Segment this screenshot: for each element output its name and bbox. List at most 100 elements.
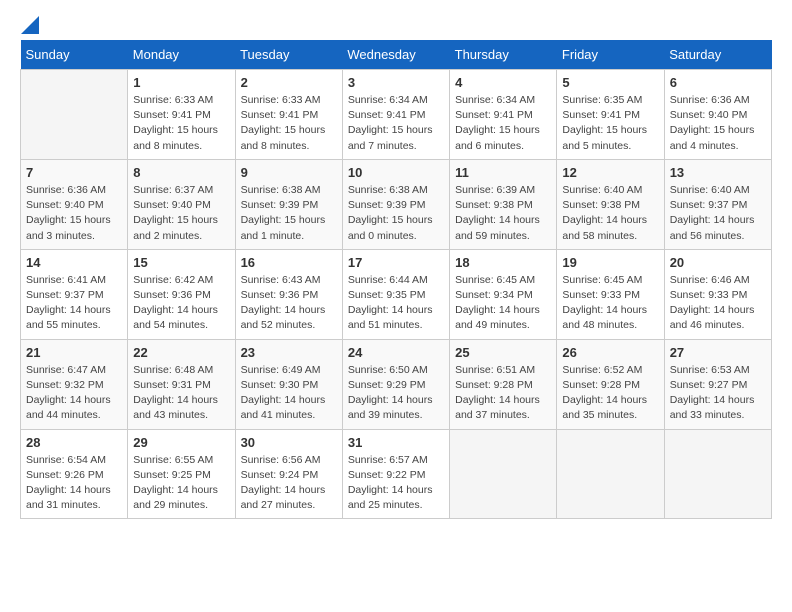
calendar-cell: 15 Sunrise: 6:42 AMSunset: 9:36 PMDayligh… (128, 249, 235, 339)
calendar-cell: 29Sunrise: 6:55 AMSunset: 9:25 PMDayligh… (128, 429, 235, 519)
day-number: 24 (348, 345, 444, 360)
calendar-cell: 9Sunrise: 6:38 AMSunset: 9:39 PMDaylight… (235, 159, 342, 249)
day-number: 13 (670, 165, 766, 180)
calendar-cell: 25 Sunrise: 6:51 AMSunset: 9:28 PMDayligh… (450, 339, 557, 429)
calendar-cell: 27 Sunrise: 6:53 AMSunset: 9:27 PMDayligh… (664, 339, 771, 429)
day-info: Sunrise: 6:41 AMSunset: 9:37 PMDaylight:… (26, 273, 122, 334)
day-info: Sunrise: 6:33 AMSunset: 9:41 PMDaylight:… (241, 93, 337, 154)
day-number: 30 (241, 435, 337, 450)
day-info: Sunrise: 6:42 AMSunset: 9:36 PMDaylight:… (133, 273, 229, 334)
day-number: 14 (26, 255, 122, 270)
day-info: Sunrise: 6:46 AMSunset: 9:33 PMDaylight:… (670, 273, 766, 334)
page-header (20, 20, 772, 30)
calendar-cell (450, 429, 557, 519)
calendar-cell: 6 Sunrise: 6:36 AMSunset: 9:40 PMDaylight… (664, 70, 771, 160)
logo (20, 20, 39, 30)
calendar-cell: 21 Sunrise: 6:47 AMSunset: 9:32 PMDayligh… (21, 339, 128, 429)
day-number: 7 (26, 165, 122, 180)
day-info: Sunrise: 6:36 AMSunset: 9:40 PMDaylight:… (26, 183, 122, 244)
day-info: Sunrise: 6:34 AMSunset: 9:41 PMDaylight:… (348, 93, 444, 154)
calendar-cell: 14 Sunrise: 6:41 AMSunset: 9:37 PMDayligh… (21, 249, 128, 339)
calendar-cell: 22 Sunrise: 6:48 AMSunset: 9:31 PMDayligh… (128, 339, 235, 429)
calendar-table: SundayMondayTuesdayWednesdayThursdayFrid… (20, 40, 772, 519)
calendar-cell: 2 Sunrise: 6:33 AMSunset: 9:41 PMDaylight… (235, 70, 342, 160)
calendar-cell: 4Sunrise: 6:34 AMSunset: 9:41 PMDaylight… (450, 70, 557, 160)
weekday-header: Saturday (664, 40, 771, 70)
calendar-cell (557, 429, 664, 519)
day-number: 21 (26, 345, 122, 360)
day-info: Sunrise: 6:45 AMSunset: 9:33 PMDaylight:… (562, 273, 658, 334)
calendar-cell: 31 Sunrise: 6:57 AMSunset: 9:22 PMDayligh… (342, 429, 449, 519)
day-info: Sunrise: 6:33 AMSunset: 9:41 PMDaylight:… (133, 93, 229, 154)
day-info: Sunrise: 6:54 AMSunset: 9:26 PMDaylight:… (26, 453, 122, 514)
day-number: 25 (455, 345, 551, 360)
day-info: Sunrise: 6:52 AMSunset: 9:28 PMDaylight:… (562, 363, 658, 424)
logo-icon (21, 16, 39, 34)
day-info: Sunrise: 6:40 AMSunset: 9:37 PMDaylight:… (670, 183, 766, 244)
calendar-cell: 28 Sunrise: 6:54 AMSunset: 9:26 PMDayligh… (21, 429, 128, 519)
calendar-cell: 19 Sunrise: 6:45 AMSunset: 9:33 PMDayligh… (557, 249, 664, 339)
weekday-header: Thursday (450, 40, 557, 70)
day-info: Sunrise: 6:53 AMSunset: 9:27 PMDaylight:… (670, 363, 766, 424)
day-number: 1 (133, 75, 229, 90)
calendar-cell: 7 Sunrise: 6:36 AMSunset: 9:40 PMDaylight… (21, 159, 128, 249)
day-number: 8 (133, 165, 229, 180)
weekday-header: Sunday (21, 40, 128, 70)
day-info: Sunrise: 6:57 AMSunset: 9:22 PMDaylight:… (348, 453, 444, 514)
day-info: Sunrise: 6:50 AMSunset: 9:29 PMDaylight:… (348, 363, 444, 424)
day-number: 12 (562, 165, 658, 180)
day-info: Sunrise: 6:37 AMSunset: 9:40 PMDaylight:… (133, 183, 229, 244)
day-number: 19 (562, 255, 658, 270)
calendar-cell: 18 Sunrise: 6:45 AMSunset: 9:34 PMDayligh… (450, 249, 557, 339)
day-number: 26 (562, 345, 658, 360)
day-info: Sunrise: 6:39 AMSunset: 9:38 PMDaylight:… (455, 183, 551, 244)
day-number: 6 (670, 75, 766, 90)
day-number: 28 (26, 435, 122, 450)
day-number: 18 (455, 255, 551, 270)
day-info: Sunrise: 6:38 AMSunset: 9:39 PMDaylight:… (348, 183, 444, 244)
day-number: 22 (133, 345, 229, 360)
day-info: Sunrise: 6:40 AMSunset: 9:38 PMDaylight:… (562, 183, 658, 244)
calendar-cell: 1 Sunrise: 6:33 AMSunset: 9:41 PMDaylight… (128, 70, 235, 160)
calendar-cell: 23 Sunrise: 6:49 AMSunset: 9:30 PMDayligh… (235, 339, 342, 429)
day-info: Sunrise: 6:51 AMSunset: 9:28 PMDaylight:… (455, 363, 551, 424)
weekday-header: Monday (128, 40, 235, 70)
day-info: Sunrise: 6:49 AMSunset: 9:30 PMDaylight:… (241, 363, 337, 424)
calendar-cell: 13 Sunrise: 6:40 AMSunset: 9:37 PMDayligh… (664, 159, 771, 249)
calendar-cell: 12 Sunrise: 6:40 AMSunset: 9:38 PMDayligh… (557, 159, 664, 249)
day-info: Sunrise: 6:43 AMSunset: 9:36 PMDaylight:… (241, 273, 337, 334)
day-number: 17 (348, 255, 444, 270)
weekday-header: Tuesday (235, 40, 342, 70)
day-number: 31 (348, 435, 444, 450)
weekday-header: Friday (557, 40, 664, 70)
calendar-cell: 30 Sunrise: 6:56 AMSunset: 9:24 PMDayligh… (235, 429, 342, 519)
day-number: 3 (348, 75, 444, 90)
day-info: Sunrise: 6:35 AMSunset: 9:41 PMDaylight:… (562, 93, 658, 154)
calendar-cell: 17Sunrise: 6:44 AMSunset: 9:35 PMDayligh… (342, 249, 449, 339)
calendar-cell: 5 Sunrise: 6:35 AMSunset: 9:41 PMDaylight… (557, 70, 664, 160)
calendar-cell (664, 429, 771, 519)
day-number: 9 (241, 165, 337, 180)
day-number: 23 (241, 345, 337, 360)
day-number: 5 (562, 75, 658, 90)
day-number: 16 (241, 255, 337, 270)
day-number: 10 (348, 165, 444, 180)
day-number: 20 (670, 255, 766, 270)
day-info: Sunrise: 6:56 AMSunset: 9:24 PMDaylight:… (241, 453, 337, 514)
weekday-header: Wednesday (342, 40, 449, 70)
day-number: 2 (241, 75, 337, 90)
calendar-cell: 10 Sunrise: 6:38 AMSunset: 9:39 PMDayligh… (342, 159, 449, 249)
calendar-cell: 20 Sunrise: 6:46 AMSunset: 9:33 PMDayligh… (664, 249, 771, 339)
day-number: 4 (455, 75, 551, 90)
day-info: Sunrise: 6:36 AMSunset: 9:40 PMDaylight:… (670, 93, 766, 154)
calendar-cell: 3 Sunrise: 6:34 AMSunset: 9:41 PMDaylight… (342, 70, 449, 160)
calendar-cell (21, 70, 128, 160)
calendar-cell: 11 Sunrise: 6:39 AMSunset: 9:38 PMDayligh… (450, 159, 557, 249)
calendar-cell: 26 Sunrise: 6:52 AMSunset: 9:28 PMDayligh… (557, 339, 664, 429)
day-number: 11 (455, 165, 551, 180)
day-info: Sunrise: 6:48 AMSunset: 9:31 PMDaylight:… (133, 363, 229, 424)
day-info: Sunrise: 6:47 AMSunset: 9:32 PMDaylight:… (26, 363, 122, 424)
day-info: Sunrise: 6:45 AMSunset: 9:34 PMDaylight:… (455, 273, 551, 334)
day-number: 27 (670, 345, 766, 360)
day-number: 15 (133, 255, 229, 270)
